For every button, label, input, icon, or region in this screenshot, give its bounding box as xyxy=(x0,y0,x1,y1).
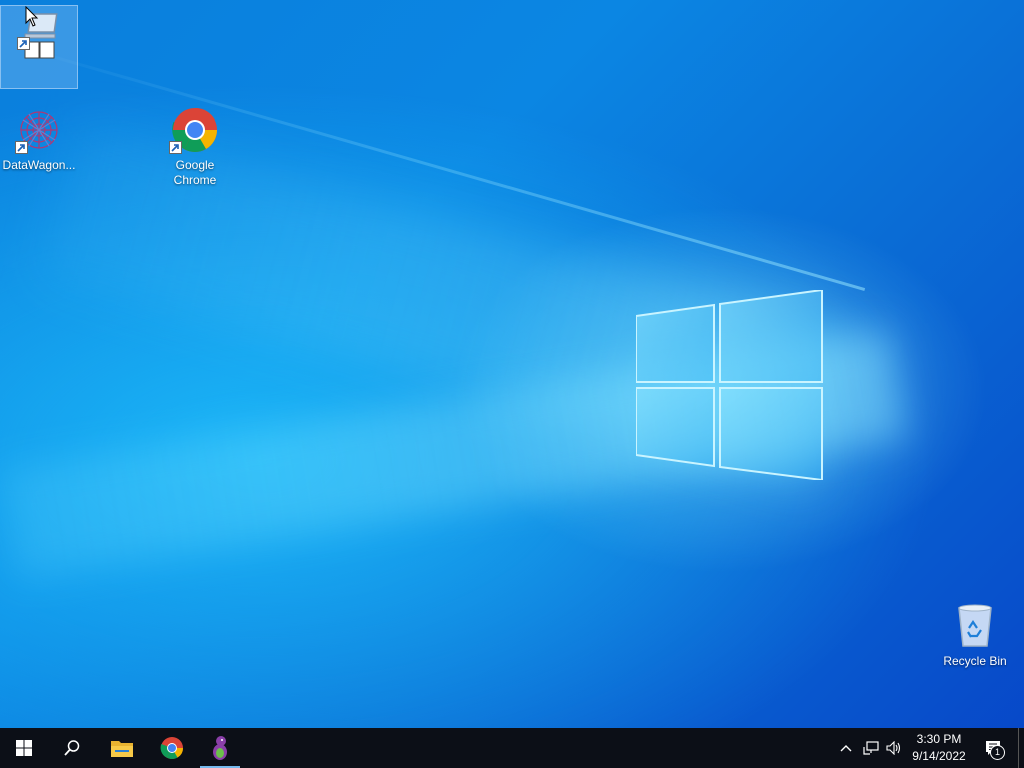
datawagon-icon xyxy=(15,106,63,154)
windows-logo-wallpaper xyxy=(636,290,823,480)
action-center-button[interactable]: 1 xyxy=(976,728,1010,768)
desktop-icon-label: Recycle Bin xyxy=(943,654,1007,668)
taskbar: 3:30 PM 9/14/2022 1 xyxy=(0,728,1024,768)
chrome-icon xyxy=(169,106,219,154)
mouse-cursor-icon xyxy=(25,6,39,27)
volume-button[interactable] xyxy=(884,728,904,768)
desktop-icon-datawagon[interactable]: DataWagon... xyxy=(1,106,77,173)
barney-app-icon xyxy=(213,736,227,760)
recycle-bin-icon xyxy=(951,602,999,650)
search-icon xyxy=(64,740,80,756)
start-button[interactable] xyxy=(0,728,48,768)
start-icon xyxy=(16,740,32,756)
clock-time: 3:30 PM xyxy=(916,732,962,746)
show-desktop-button[interactable] xyxy=(1018,728,1024,768)
speaker-icon xyxy=(886,741,901,755)
desktop-icon-google-chrome[interactable]: Google Chrome xyxy=(157,106,233,188)
desktop-icon-label: Google Chrome xyxy=(173,158,217,187)
chrome-icon xyxy=(160,737,183,759)
clock-date: 9/14/2022 xyxy=(912,749,966,763)
taskbar-file-explorer[interactable] xyxy=(98,728,146,768)
taskbar-clock[interactable]: 3:30 PM 9/14/2022 xyxy=(906,731,972,765)
network-icon xyxy=(863,741,879,755)
desktop-icon-label: DataWagon... xyxy=(2,158,76,172)
notification-count-badge: 1 xyxy=(990,745,1005,760)
network-shortcut-icon xyxy=(15,12,63,60)
tray-overflow-button[interactable] xyxy=(836,728,856,768)
file-explorer-icon xyxy=(111,741,133,757)
taskbar-barney-app[interactable] xyxy=(198,728,242,768)
search-button[interactable] xyxy=(48,728,96,768)
desktop-icon-recycle-bin[interactable]: Recycle Bin xyxy=(937,602,1013,669)
taskbar-google-chrome[interactable] xyxy=(148,728,196,768)
network-status-button[interactable] xyxy=(860,728,882,768)
desktop-icon-network-shortcut[interactable] xyxy=(0,5,78,89)
chevron-up-icon xyxy=(840,745,852,752)
